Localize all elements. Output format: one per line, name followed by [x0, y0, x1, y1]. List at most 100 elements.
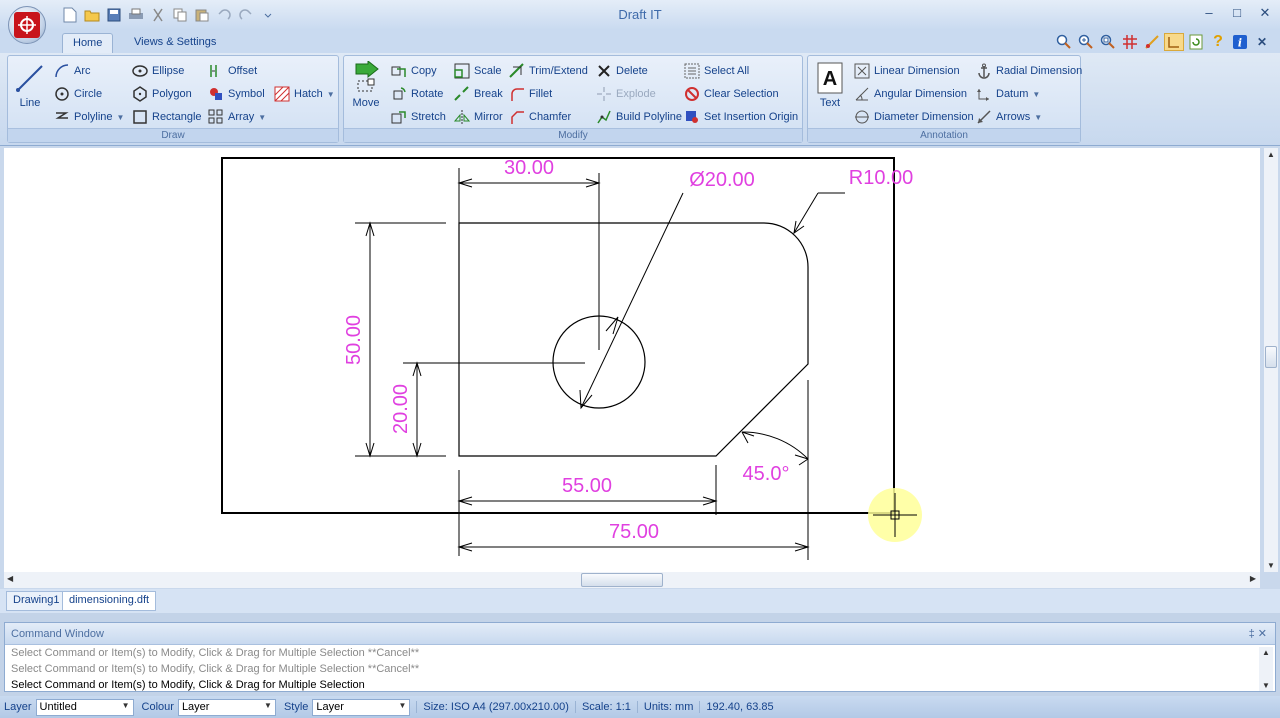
mirror-button[interactable]: Mirror — [454, 107, 503, 127]
angular-dimension-icon — [854, 86, 870, 102]
linear-dimension-button[interactable]: Linear Dimension — [854, 61, 960, 81]
part-outline[interactable] — [458, 222, 809, 457]
view-toolbar: ? i ✕ — [1054, 33, 1272, 51]
hatch-icon — [274, 86, 290, 102]
horizontal-scroll-thumb[interactable] — [581, 573, 663, 587]
set-insertion-origin-label: Set Insertion Origin — [704, 111, 799, 123]
array-button[interactable]: Array ▼ — [208, 107, 266, 127]
document-tab-drawing1[interactable]: Drawing1 — [6, 591, 67, 611]
copy-button[interactable]: Copy — [391, 61, 437, 81]
polygon-button[interactable]: Polygon — [132, 84, 192, 104]
fillet-label: Fillet — [529, 88, 553, 100]
application-menu-button[interactable] — [8, 6, 46, 44]
circle-button[interactable]: Circle — [54, 84, 102, 104]
stretch-button[interactable]: Stretch — [391, 107, 446, 127]
help-icon[interactable]: ? — [1208, 33, 1228, 51]
scroll-left-icon[interactable]: ◀ — [7, 574, 13, 583]
close-button[interactable]: ✕ — [1256, 4, 1274, 22]
zoom-window-icon[interactable] — [1054, 33, 1074, 51]
break-label: Break — [474, 88, 503, 100]
set-insertion-origin-button[interactable]: Set Insertion Origin — [684, 107, 798, 127]
command-window-scrollbar[interactable]: ▲ ▼ — [1259, 647, 1273, 691]
maximize-button[interactable]: □ — [1228, 4, 1246, 22]
trim-extend-button[interactable]: Trim/Extend — [509, 61, 588, 81]
radial-dimension-button[interactable]: Radial Dimension — [976, 61, 1082, 81]
vertical-scroll-thumb[interactable] — [1265, 346, 1277, 368]
drawing-units: Units: mm — [636, 701, 700, 713]
zoom-in-icon[interactable] — [1076, 33, 1096, 51]
grid-icon[interactable] — [1120, 33, 1140, 51]
layer-select[interactable]: Untitled ▼ — [35, 698, 134, 716]
explode-icon — [596, 86, 612, 102]
colour-select[interactable]: Layer ▼ — [177, 698, 276, 716]
offset-button[interactable]: Offset — [208, 61, 257, 81]
fillet-button[interactable]: Fillet — [509, 84, 552, 104]
dim-30[interactable]: 30.00 — [504, 157, 554, 179]
scroll-down-icon[interactable]: ▼ — [1262, 681, 1270, 690]
explode-button[interactable]: Explode — [596, 84, 656, 104]
scale-button[interactable]: Scale — [454, 61, 502, 81]
anchor-icon — [976, 63, 992, 79]
tab-views-settings[interactable]: Views & Settings — [124, 33, 226, 53]
dim-55[interactable]: 55.00 — [562, 475, 612, 497]
scroll-down-icon[interactable]: ▼ — [1267, 561, 1275, 570]
clear-selection-button[interactable]: Clear Selection — [684, 84, 779, 104]
dim-75[interactable]: 75.00 — [609, 521, 659, 543]
select-all-button[interactable]: Select All — [684, 61, 749, 81]
colour-value: Layer — [181, 700, 210, 713]
diameter-dimension-button[interactable]: Diameter Dimension — [854, 107, 974, 127]
zoom-extents-icon[interactable] — [1098, 33, 1118, 51]
arrows-button[interactable]: Arrows ▼ — [976, 107, 1042, 127]
angular-dimension-button[interactable]: Angular Dimension — [854, 84, 967, 104]
scroll-up-icon[interactable]: ▲ — [1262, 648, 1270, 657]
build-polyline-label: Build Polyline — [616, 111, 683, 123]
hatch-button[interactable]: Hatch ▼ — [274, 84, 335, 104]
stretch-label: Stretch — [411, 111, 446, 123]
document-tab-dimensioning[interactable]: dimensioning.dft — [62, 591, 157, 611]
horizontal-scrollbar[interactable]: ◀ ▶ — [4, 572, 1260, 588]
chevron-down-icon: ▼ — [116, 112, 125, 122]
symbol-button[interactable]: Symbol — [208, 84, 265, 104]
chamfer-button[interactable]: Chamfer — [509, 107, 571, 127]
info-icon[interactable]: i — [1230, 33, 1250, 51]
select-all-icon — [684, 63, 700, 79]
title-bar: Draft IT – □ ✕ — [0, 0, 1280, 30]
circle-label: Circle — [74, 88, 103, 100]
crosshair-cursor — [868, 488, 922, 542]
modify-group: Move Copy Rotate Stretch Scale Break Mir… — [343, 55, 803, 143]
minimize-button[interactable]: – — [1200, 4, 1218, 22]
dim-50[interactable]: 50.00 — [343, 315, 365, 365]
datum-button[interactable]: Datum ▼ — [976, 84, 1040, 104]
snap-icon[interactable] — [1142, 33, 1162, 51]
linear-dimension-label: Linear Dimension — [874, 65, 960, 77]
dim-radius[interactable]: R10.00 — [849, 167, 914, 189]
command-prompt-line[interactable]: Select Command or Item(s) to Modify, Cli… — [5, 677, 1275, 693]
rectangle-button[interactable]: Rectangle — [132, 107, 202, 127]
ortho-icon[interactable] — [1164, 33, 1184, 51]
dim-20[interactable]: 20.00 — [390, 384, 412, 434]
command-window-controls[interactable]: ‡ ✕ — [1249, 623, 1267, 645]
text-button[interactable]: A Text — [808, 61, 852, 109]
polyline-button[interactable]: Polyline ▼ — [54, 107, 124, 127]
refresh-icon[interactable] — [1186, 33, 1206, 51]
delete-button[interactable]: Delete — [596, 61, 648, 81]
scroll-up-icon[interactable]: ▲ — [1267, 150, 1275, 159]
move-button[interactable]: Move — [344, 61, 388, 109]
drawing-canvas[interactable]: 30.00 Ø20.00 R10.00 50.00 20.00 55.00 45… — [4, 148, 1260, 572]
rectangle-label: Rectangle — [152, 111, 202, 123]
scroll-right-icon[interactable]: ▶ — [1250, 574, 1256, 583]
ellipse-button[interactable]: Ellipse — [132, 61, 184, 81]
tab-home[interactable]: Home — [62, 33, 114, 53]
svg-text:i: i — [1238, 37, 1242, 50]
close-document-icon[interactable]: ✕ — [1252, 33, 1272, 51]
line-button[interactable]: Line — [8, 61, 52, 109]
ellipse-icon — [132, 63, 148, 79]
vertical-scrollbar[interactable]: ▲ ▼ — [1264, 148, 1278, 572]
break-button[interactable]: Break — [454, 84, 503, 104]
arc-button[interactable]: Arc — [54, 61, 91, 81]
dim-angle[interactable]: 45.0° — [743, 463, 790, 485]
build-polyline-button[interactable]: Build Polyline — [596, 107, 682, 127]
rotate-button[interactable]: Rotate — [391, 84, 443, 104]
dim-diameter[interactable]: Ø20.00 — [689, 169, 755, 191]
style-select[interactable]: Layer ▼ — [312, 698, 411, 716]
